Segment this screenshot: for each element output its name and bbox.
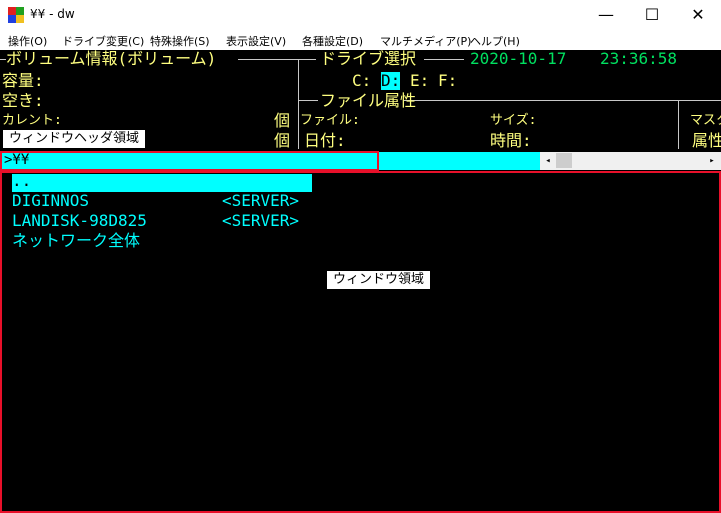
menu-settings[interactable]: 各種設定(D): [302, 33, 363, 49]
close-button[interactable]: ✕: [675, 0, 721, 30]
scroll-right-arrow-icon[interactable]: ▸: [704, 153, 720, 169]
window-area-highlight: [0, 171, 721, 513]
drive-d-selected[interactable]: D:: [381, 72, 401, 90]
app-icon[interactable]: [8, 7, 24, 23]
free-label: 空き:: [2, 91, 44, 110]
mask-label: マスク: [690, 113, 721, 128]
drive-select-title: ドライブ選択: [320, 50, 417, 68]
minimize-button[interactable]: —: [583, 0, 629, 30]
file-attr-title: ファイル属性: [320, 91, 417, 110]
count-unit-2: 個: [274, 131, 291, 150]
frame-line: [424, 59, 464, 60]
drive-c[interactable]: C:: [352, 72, 371, 90]
frame-line: [298, 100, 318, 101]
frame-line: [404, 100, 721, 101]
title-bar: ¥¥ - dw — ☐ ✕: [0, 0, 721, 30]
menu-help[interactable]: ヘルプ(H): [470, 33, 520, 49]
current-time: 23:36:58: [600, 50, 678, 68]
scrollbar-thumb[interactable]: [556, 153, 572, 168]
menu-bar: 操作(O) ドライブ変更(C) 特殊操作(S) 表示設定(V) 各種設定(D) …: [0, 30, 721, 50]
maximize-button[interactable]: ☐: [629, 0, 675, 30]
date-label: 日付:: [304, 131, 346, 150]
size-label: サイズ:: [490, 113, 537, 128]
time-label: 時間:: [490, 131, 532, 150]
menu-operation[interactable]: 操作(O): [8, 33, 47, 49]
current-date: 2020-10-17: [470, 50, 567, 68]
drive-e[interactable]: E:: [410, 72, 429, 90]
header-area-callout: ウィンドウヘッダ領域: [3, 130, 146, 148]
window-title: ¥¥ - dw: [30, 7, 75, 21]
menu-multimedia[interactable]: マルチメディア(P): [380, 33, 471, 49]
capacity-label: 容量:: [2, 71, 44, 90]
file-label: ファイル:: [300, 113, 360, 128]
frame-line: [238, 59, 316, 60]
current-label: カレント:: [2, 113, 62, 128]
frame-divider: [678, 100, 679, 149]
frame-divider: [298, 59, 299, 149]
window-area-callout: ウィンドウ領域: [327, 271, 431, 289]
count-unit-1: 個: [274, 111, 291, 130]
drive-f[interactable]: F:: [438, 72, 457, 90]
menu-drive-change[interactable]: ドライブ変更(C): [62, 33, 144, 49]
header-area-highlight: [0, 151, 379, 171]
scroll-left-arrow-icon[interactable]: ◂: [540, 153, 556, 169]
menu-special[interactable]: 特殊操作(S): [150, 33, 210, 49]
attr-label: 属性: [692, 131, 721, 150]
volume-panel-title: ボリューム情報(ボリューム): [6, 50, 217, 68]
menu-view[interactable]: 表示設定(V): [226, 33, 286, 49]
